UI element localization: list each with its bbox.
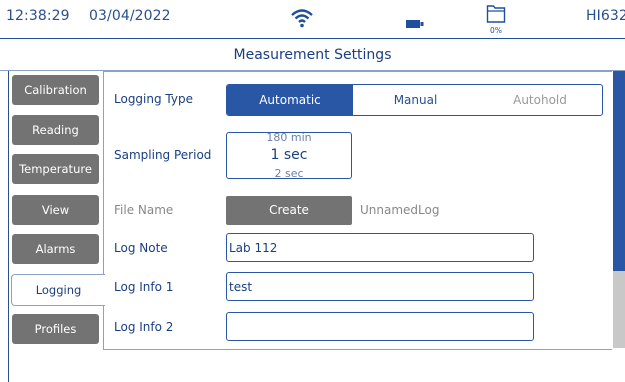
tab-calibration[interactable]: Calibration [12,75,99,105]
storage-folder-icon: 0% [486,3,506,37]
battery-icon [406,14,424,28]
screen-title: Measurement Settings [0,39,625,71]
picker-option-above[interactable]: 180 min [227,133,351,144]
tab-alarms[interactable]: Alarms [12,234,99,264]
log-info-2-field[interactable] [226,312,534,341]
log-note-field[interactable]: Lab 112 [226,233,534,262]
picker-option-selected[interactable]: 1 sec [227,147,351,163]
tab-profiles[interactable]: Profiles [12,314,99,344]
file-name-label: File Name [114,203,174,217]
logging-type-label: Logging Type [114,92,193,106]
tab-temperature[interactable]: Temperature [12,154,99,184]
logging-type-automatic[interactable]: Automatic [227,85,353,115]
status-time: 12:38:29 [6,8,70,24]
model-label: HI6321 [586,8,625,24]
log-info-2-label: Log Info 2 [114,320,174,334]
status-bar: 12:38:29 03/04/2022 0% HI6321 [0,0,625,39]
create-button[interactable]: Create [226,196,352,225]
tab-reading[interactable]: Reading [12,115,99,145]
tab-logging[interactable]: Logging [11,274,105,306]
picker-option-below[interactable]: 2 sec [227,167,351,178]
scrollbar-thumb[interactable] [613,71,625,271]
wifi-icon [290,7,314,29]
logging-type-selector[interactable]: Automatic Manual Autohold [226,84,603,116]
logging-type-manual[interactable]: Manual [353,85,478,115]
log-info-1-field[interactable]: test [226,272,534,301]
sampling-period-label: Sampling Period [114,148,212,162]
left-frame-line [8,71,9,382]
logging-type-autohold: Autohold [513,93,567,107]
log-note-label: Log Note [114,241,168,255]
status-date: 03/04/2022 [89,8,171,24]
file-name-value: UnnamedLog [360,203,440,217]
sampling-period-picker[interactable]: 180 min 1 sec 2 sec [226,132,352,179]
storage-percent: 0% [490,26,502,35]
log-info-1-label: Log Info 1 [114,280,174,294]
tab-view[interactable]: View [12,195,99,225]
